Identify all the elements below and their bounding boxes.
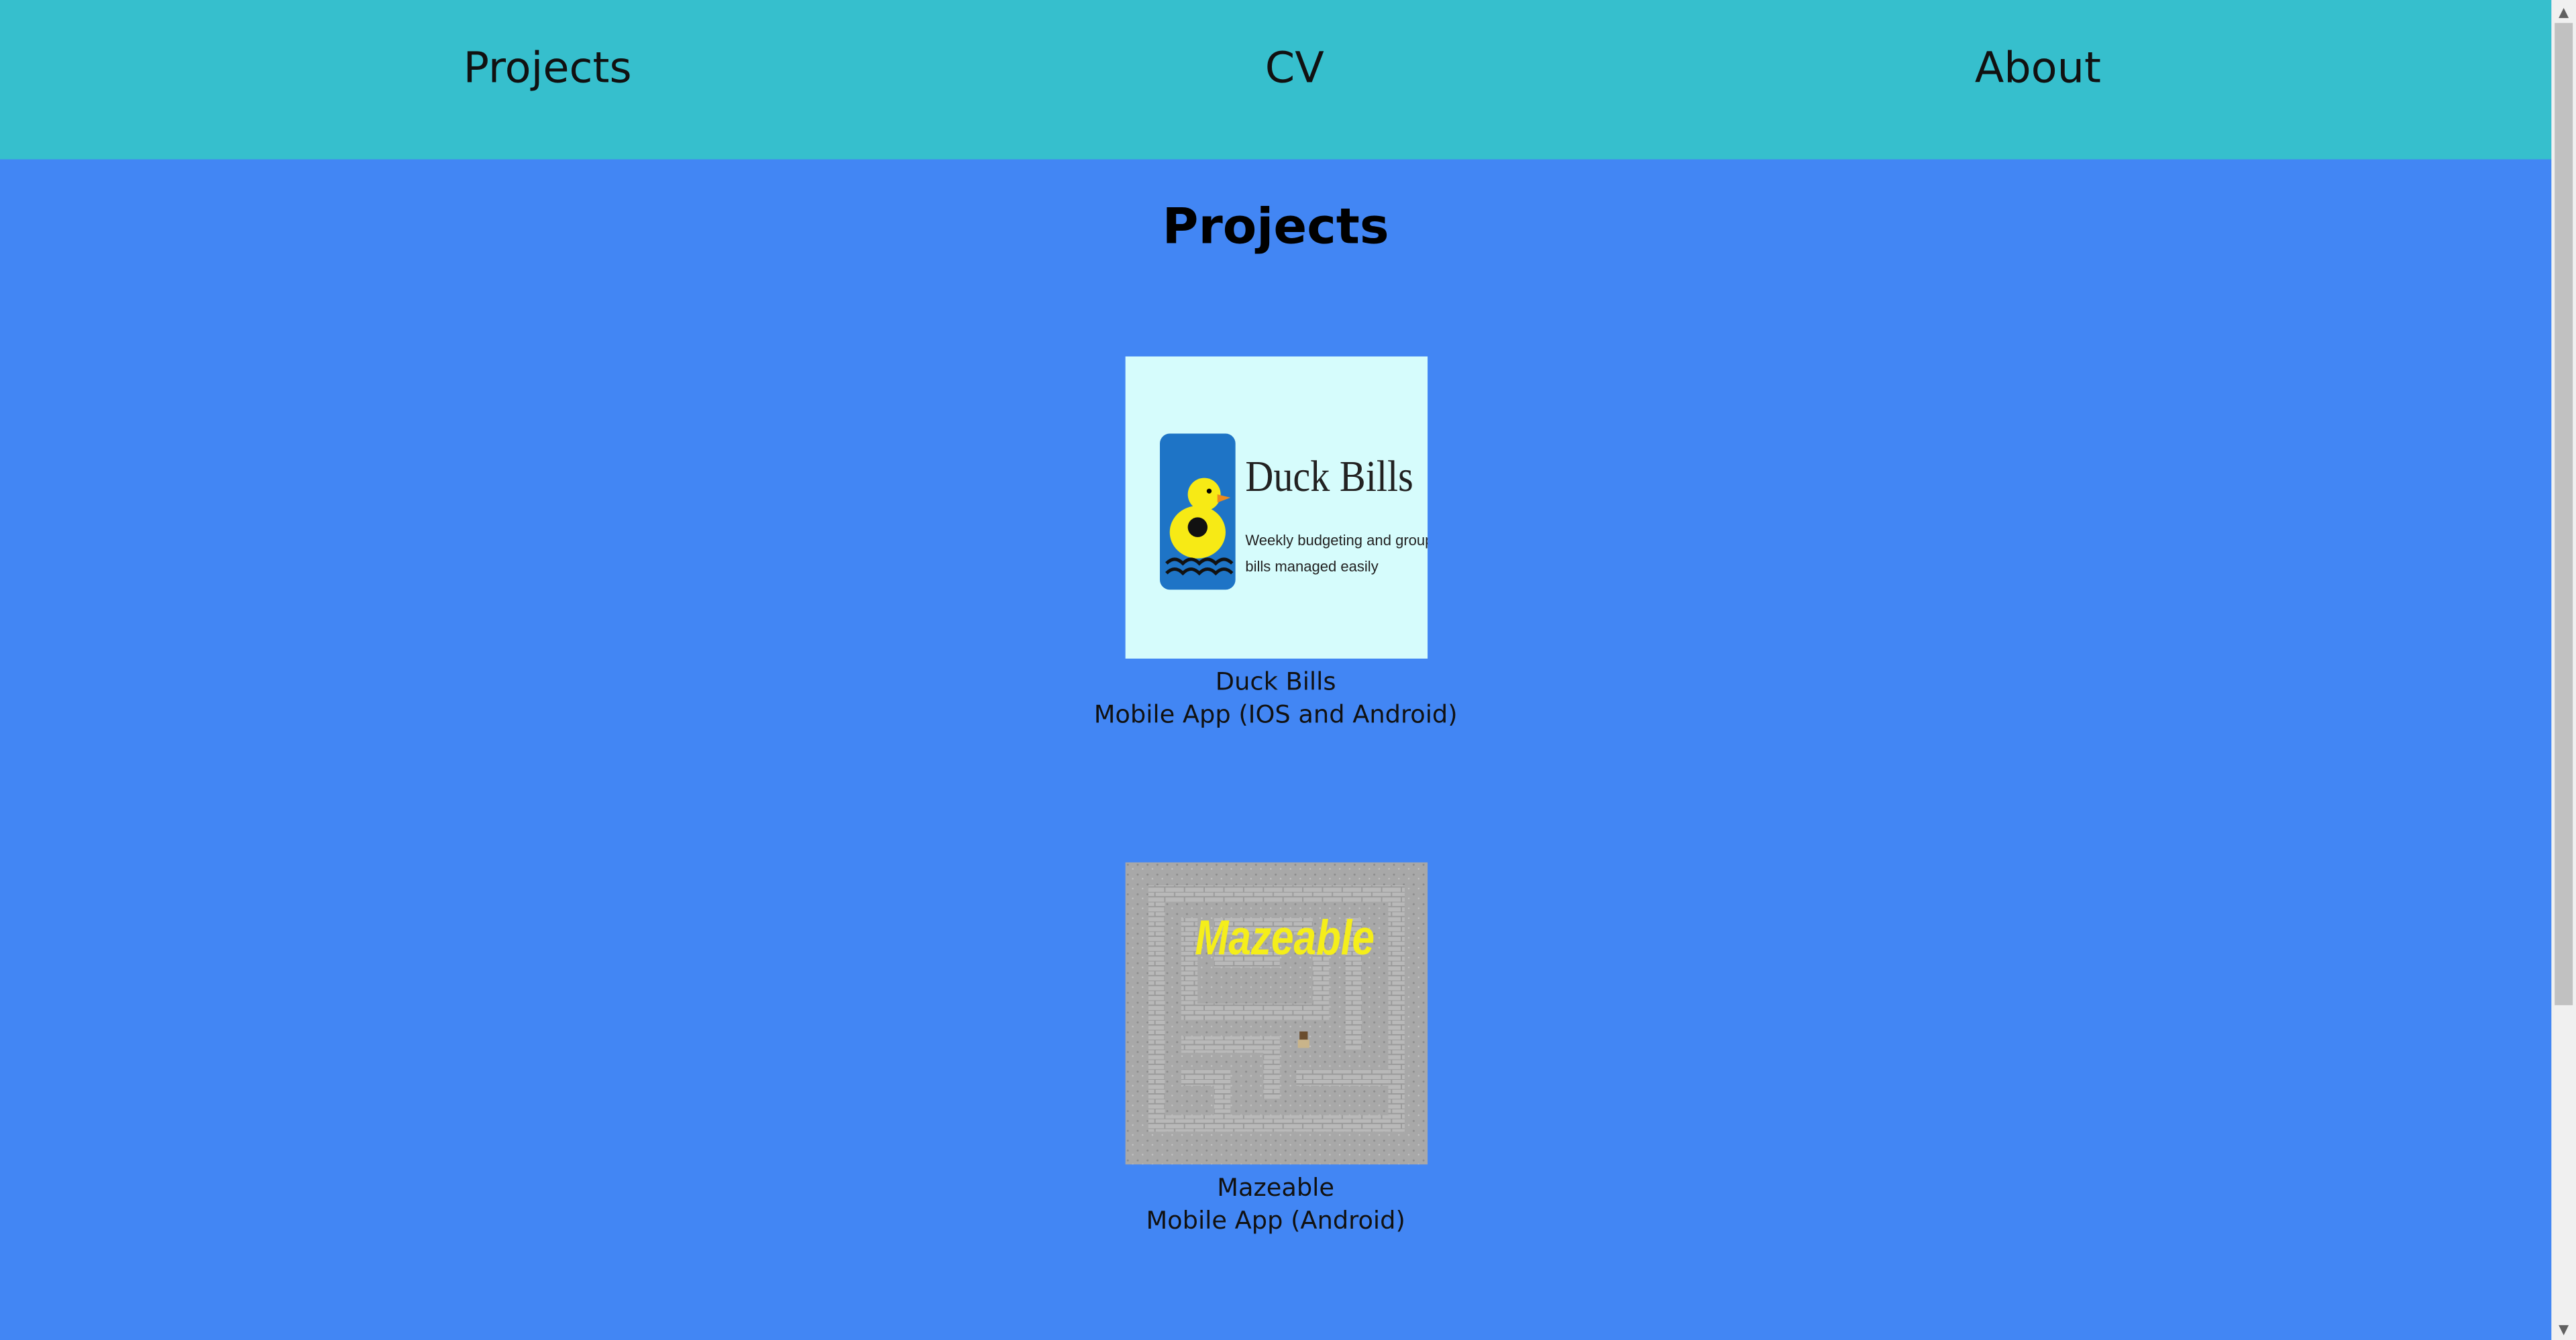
scroll-up-icon[interactable]: ▲ <box>2551 0 2576 23</box>
mazeable-thumbnail[interactable]: Mazeable <box>1124 862 1427 1165</box>
project-name: Duck Bills <box>1215 667 1336 697</box>
svg-text:bills managed easily: bills managed easily <box>1244 558 1377 575</box>
page: Projects CV About Projects Duck Bills We… <box>0 0 2576 1340</box>
duck-bills-thumbnail[interactable]: Duck Bills Weekly budgeting and group bi… <box>1124 356 1427 659</box>
page-title: Projects <box>1162 199 1389 257</box>
project-caption: Mazeable Mobile App (Android) <box>0 1171 2551 1237</box>
project-name: Mazeable <box>1217 1172 1335 1203</box>
scrollbar-thumb[interactable] <box>2555 23 2573 1005</box>
project-card-duck-bills: Duck Bills Weekly budgeting and group bi… <box>0 356 2551 730</box>
svg-text:Duck Bills: Duck Bills <box>1244 453 1412 501</box>
project-caption: Duck Bills Mobile App (IOS and Android) <box>0 665 2551 731</box>
project-subtitle: Mobile App (IOS and Android) <box>1093 700 1458 730</box>
nav-link-projects[interactable]: Projects <box>464 40 632 99</box>
scroll-down-icon[interactable]: ▼ <box>2551 1317 2576 1340</box>
character-sprite <box>1297 1031 1309 1048</box>
top-navbar: Projects CV About <box>0 0 2552 160</box>
nav-link-cv[interactable]: CV <box>1265 40 1324 99</box>
svg-text:Mazeable: Mazeable <box>1194 910 1374 965</box>
nav-link-about[interactable]: About <box>1975 40 2101 99</box>
project-subtitle: Mobile App (Android) <box>1146 1205 1405 1235</box>
project-card-mazeable: Mazeable Mazeable Mobile App (Android) <box>0 862 2551 1237</box>
vertical-scrollbar[interactable]: ▲ ▼ <box>2551 0 2576 1340</box>
svg-text:Weekly budgeting and group: Weekly budgeting and group <box>1244 532 1427 549</box>
